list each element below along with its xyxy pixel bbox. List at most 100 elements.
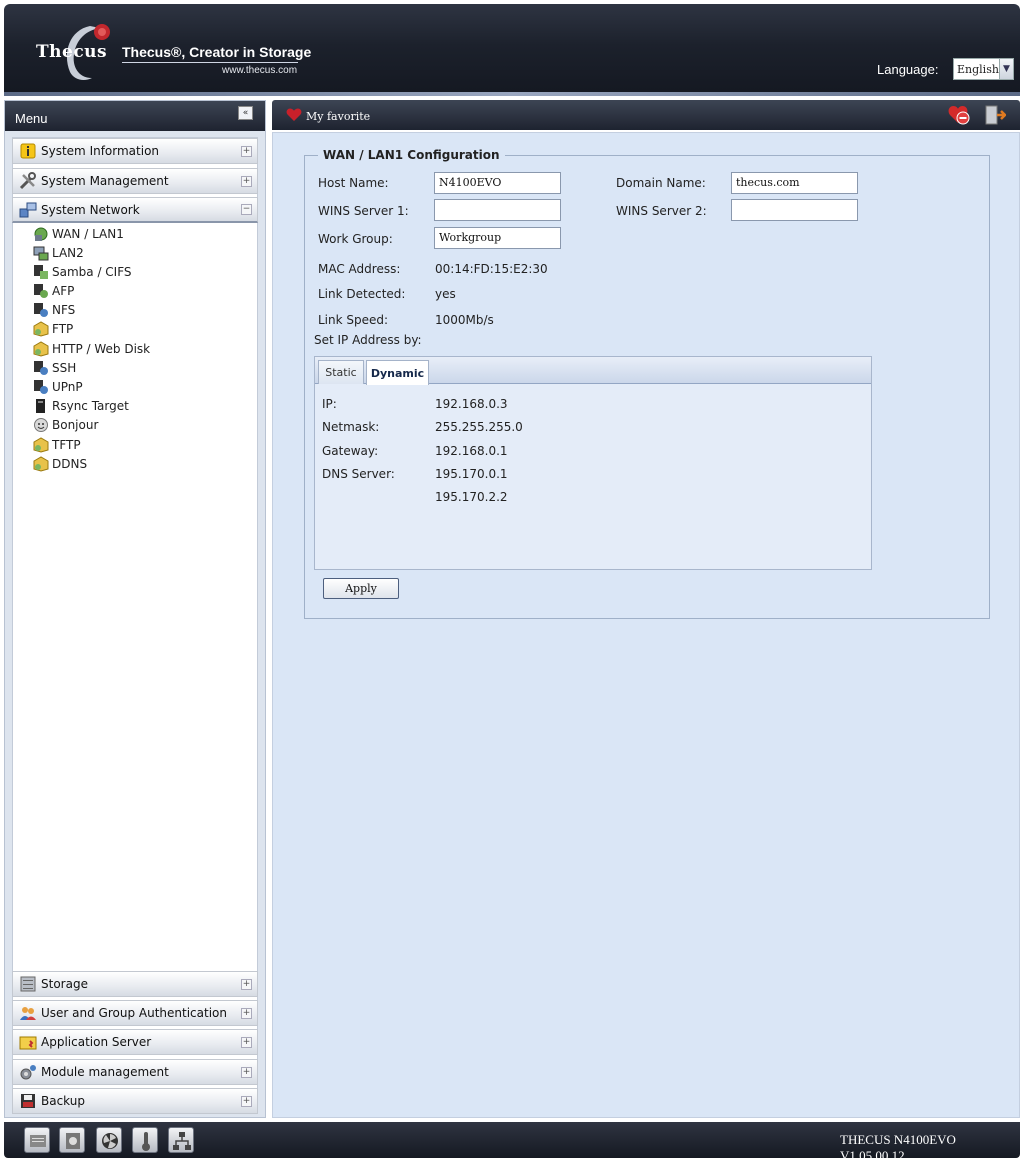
menu-group-label: System Management xyxy=(41,174,169,188)
brand-tagline: Thecus®, Creator in Storage xyxy=(122,44,312,60)
menu-group-label: System Network xyxy=(41,202,140,217)
logout-icon[interactable] xyxy=(984,105,1006,125)
sidebar-item-nfs[interactable]: NFS xyxy=(33,301,75,319)
config-title: WAN / LAN1 Configuration xyxy=(318,148,505,162)
afp-icon xyxy=(34,284,48,298)
menu-title: Menu xyxy=(15,111,48,126)
expand-icon[interactable]: + xyxy=(241,1066,252,1078)
disk-status-icon[interactable] xyxy=(24,1127,50,1153)
sidebar-item-lan2[interactable]: LAN2 xyxy=(33,244,84,262)
network-status-icon[interactable] xyxy=(168,1127,194,1153)
gateway-value: 192.168.0.1 xyxy=(435,444,508,458)
users-icon xyxy=(20,1007,36,1020)
netmask-label: Netmask: xyxy=(322,420,380,434)
sidebar-item-ssh[interactable]: SSH xyxy=(33,359,76,377)
sidebar-item-ddns[interactable]: DDNS xyxy=(33,455,87,473)
temperature-icon[interactable] xyxy=(132,1127,158,1153)
menu-group-backup[interactable]: Backup + xyxy=(12,1088,258,1114)
menu-group-label: Module management xyxy=(41,1065,169,1079)
nfs-icon xyxy=(34,303,48,317)
expand-icon[interactable]: + xyxy=(241,175,252,187)
menu-group-module-management[interactable]: Module management + xyxy=(12,1059,258,1085)
menu-group-system-network[interactable]: System Network − xyxy=(12,197,258,223)
link-detected-value: yes xyxy=(435,287,456,301)
wan-icon xyxy=(34,227,48,241)
host-name-input[interactable]: N4100EVO xyxy=(434,172,561,194)
hdd-icon[interactable] xyxy=(59,1127,85,1153)
heart-icon xyxy=(286,108,302,121)
remove-favorite-icon[interactable] xyxy=(948,105,972,125)
module-icon xyxy=(20,1065,36,1080)
sidebar-item-bonjour[interactable]: Bonjour xyxy=(33,416,98,434)
menu-group-system-information[interactable]: System Information + xyxy=(12,138,258,164)
expand-icon[interactable]: + xyxy=(241,1095,252,1107)
sidebar-item-wan-lan1[interactable]: WAN / LAN1 xyxy=(33,225,124,243)
ftp-icon xyxy=(33,321,49,337)
sidebar-item-rsync-target[interactable]: Rsync Target xyxy=(33,397,129,415)
menu-group-label: Backup xyxy=(41,1094,85,1108)
apply-button[interactable]: Apply xyxy=(323,578,399,599)
http-icon xyxy=(33,341,49,357)
expand-icon[interactable]: + xyxy=(241,1036,252,1048)
header: Thecus Thecus®, Creator in Storage www.t… xyxy=(4,4,1020,96)
domain-name-input[interactable]: thecus.com xyxy=(731,172,858,194)
tools-icon xyxy=(19,172,36,190)
menu-group-user-group-auth[interactable]: User and Group Authentication + xyxy=(12,1000,258,1026)
wins-server-1-label: WINS Server 1: xyxy=(318,204,409,218)
ddns-icon xyxy=(33,456,49,472)
network-icon xyxy=(19,202,37,217)
set-ip-label: Set IP Address by: xyxy=(314,333,422,347)
tab-static[interactable]: Static xyxy=(318,360,364,384)
backup-icon xyxy=(21,1094,35,1108)
sidebar-item-ftp[interactable]: FTP xyxy=(33,320,73,338)
link-speed-label: Link Speed: xyxy=(318,313,389,327)
upnp-icon xyxy=(34,380,48,394)
brand-name: Thecus xyxy=(36,42,108,62)
collapse-menu-icon[interactable]: « xyxy=(238,106,253,120)
work-group-label: Work Group: xyxy=(318,232,393,246)
sidebar-item-tftp[interactable]: TFTP xyxy=(33,436,81,454)
main-content: WAN / LAN1 Configuration Host Name: N410… xyxy=(272,132,1020,1118)
expand-icon[interactable]: + xyxy=(241,145,252,157)
sidebar-item-http-web-disk[interactable]: HTTP / Web Disk xyxy=(33,340,150,358)
tftp-icon xyxy=(33,437,49,453)
menu-group-label: Storage xyxy=(41,977,88,991)
language-value: English xyxy=(957,62,999,76)
menu-group-system-management[interactable]: System Management + xyxy=(12,168,258,194)
app-server-icon xyxy=(19,1036,37,1050)
gateway-label: Gateway: xyxy=(322,444,379,458)
chevron-down-icon[interactable]: ▼ xyxy=(998,59,1013,79)
mac-address-value: 00:14:FD:15:E2:30 xyxy=(435,262,548,276)
expand-icon[interactable]: + xyxy=(241,978,252,990)
tab-dynamic[interactable]: Dynamic xyxy=(366,360,429,385)
host-name-label: Host Name: xyxy=(318,176,389,190)
netmask-value: 255.255.255.0 xyxy=(435,420,523,434)
sidebar-item-samba-cifs[interactable]: Samba / CIFS xyxy=(33,263,132,281)
domain-name-label: Domain Name: xyxy=(616,176,706,190)
menu-header: Menu « xyxy=(5,101,265,131)
collapse-icon[interactable]: − xyxy=(241,204,252,215)
favorite-bar: My favorite xyxy=(272,100,1020,130)
fan-icon[interactable] xyxy=(96,1127,122,1153)
wins-server-2-label: WINS Server 2: xyxy=(616,204,707,218)
favorite-title[interactable]: My favorite xyxy=(306,110,370,123)
dns-server-1-value: 195.170.0.1 xyxy=(435,467,508,481)
expand-icon[interactable]: + xyxy=(241,1007,252,1019)
wins-server-1-input[interactable] xyxy=(434,199,561,221)
dns-server-2-value: 195.170.2.2 xyxy=(435,490,508,504)
storage-icon xyxy=(20,976,36,992)
work-group-input[interactable]: Workgroup xyxy=(434,227,561,249)
sidebar-item-upnp[interactable]: UPnP xyxy=(33,378,83,396)
menu-group-application-server[interactable]: Application Server + xyxy=(12,1029,258,1055)
menu-group-label: System Information xyxy=(41,144,160,158)
language-select[interactable]: English ▼ xyxy=(953,58,1014,80)
ip-label: IP: xyxy=(322,397,337,411)
rsync-icon xyxy=(36,399,45,413)
ip-value: 192.168.0.3 xyxy=(435,397,508,411)
ip-mode-tab-panel: Static Dynamic IP: 192.168.0.3 Netmask: … xyxy=(314,356,872,570)
firmware-version: THECUS N4100EVO V1.05.00.12 xyxy=(840,1132,956,1160)
wins-server-2-input[interactable] xyxy=(731,199,858,221)
menu-group-storage[interactable]: Storage + xyxy=(12,971,258,997)
sidebar-item-afp[interactable]: AFP xyxy=(33,282,74,300)
lan-icon xyxy=(33,246,49,261)
